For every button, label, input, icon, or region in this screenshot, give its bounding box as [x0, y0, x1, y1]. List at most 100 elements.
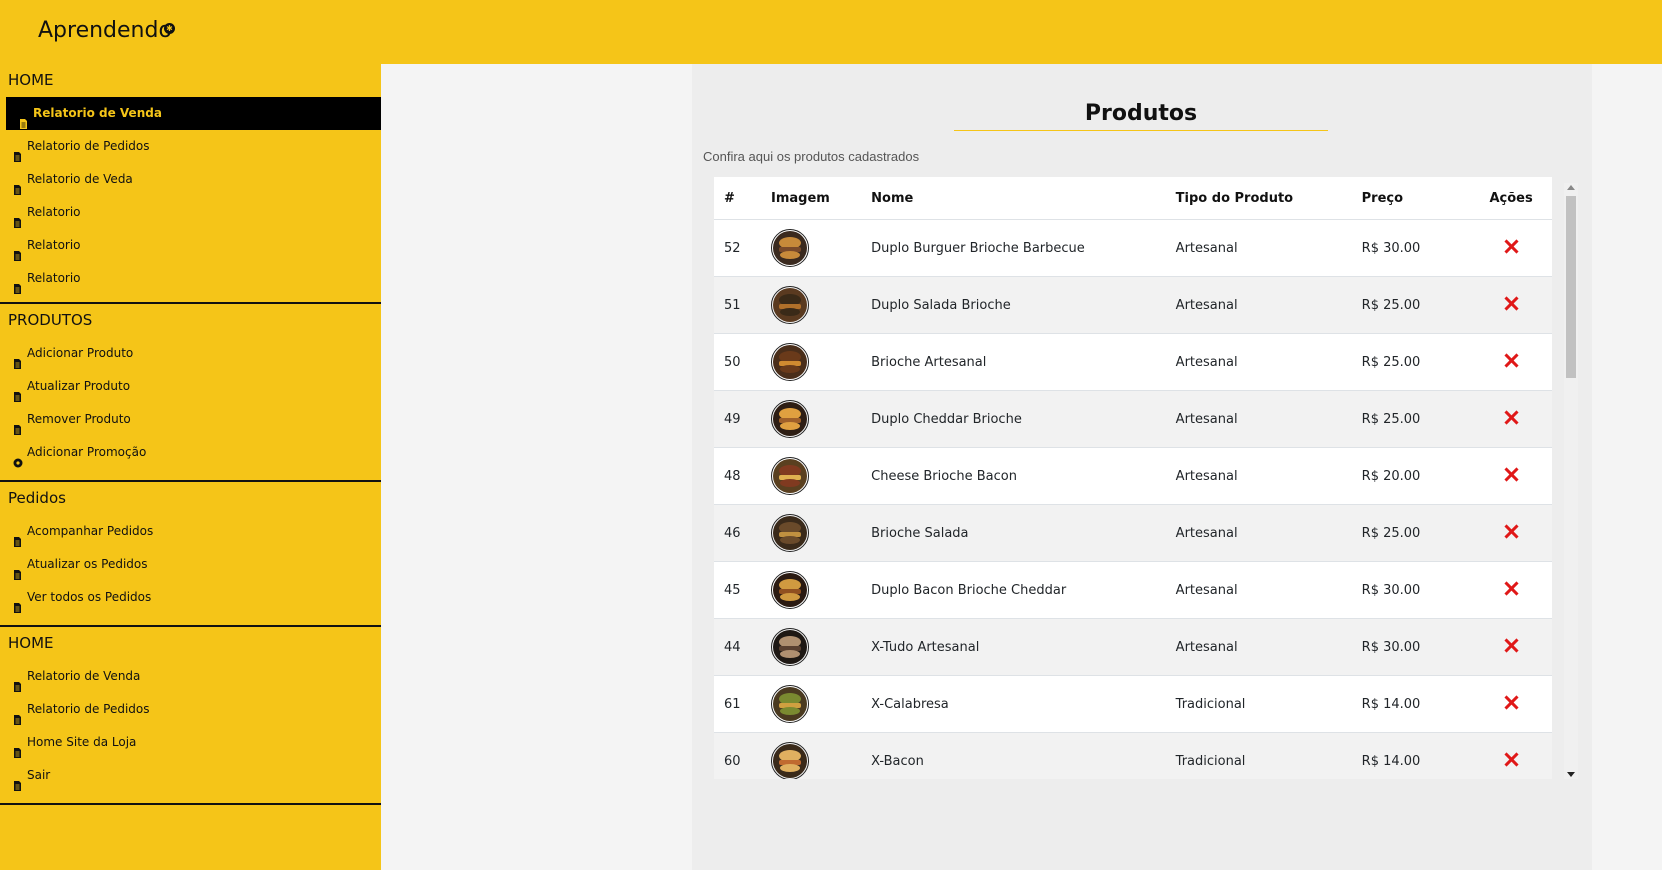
product-price: R$ 25.00: [1351, 333, 1471, 391]
table-row: 45 Duplo Bacon Brioche Cheddar Artesanal R$…: [714, 561, 1552, 619]
product-actions: [1470, 333, 1552, 391]
product-type: Tradicional: [1165, 732, 1352, 779]
sidebar-item[interactable]: Relatorio de Pedidos: [0, 693, 381, 726]
document-icon: [13, 241, 23, 261]
sidebar-item-label: Adicionar Promoção: [27, 445, 147, 459]
scroll-up-arrow-icon[interactable]: [1567, 185, 1575, 190]
scroll-down-arrow-icon[interactable]: [1567, 772, 1575, 777]
sidebar-item-label: Relatorio de Pedidos: [27, 702, 150, 716]
product-image-cell: [761, 732, 862, 779]
gear-icon: ✱: [164, 23, 175, 34]
document-icon: [13, 738, 23, 758]
document-icon: [13, 560, 23, 580]
table-row: 50 Brioche Artesanal Artesanal R$ 25.00: [714, 333, 1552, 391]
table-row: 46 Brioche Salada Artesanal R$ 25.00: [714, 504, 1552, 562]
product-id: 51: [714, 276, 761, 334]
scroll-thumb[interactable]: [1566, 196, 1576, 378]
document-icon: [13, 705, 23, 725]
product-thumbnail: [771, 685, 809, 723]
product-name: Duplo Cheddar Brioche: [861, 390, 1166, 448]
delete-x-icon[interactable]: [1504, 524, 1518, 538]
product-price: R$ 30.00: [1351, 618, 1471, 676]
table-row: 49 Duplo Cheddar Brioche Artesanal R$ 25.00: [714, 390, 1552, 448]
sidebar-item[interactable]: Sair: [0, 759, 381, 792]
brand-title[interactable]: Aprendendo: [38, 18, 172, 43]
delete-x-icon[interactable]: [1504, 410, 1518, 424]
sidebar-item[interactable]: Acompanhar Pedidos: [0, 515, 381, 548]
product-image-cell: [761, 333, 862, 391]
products-table: # Imagem Nome Tipo do Produto Preço Açõe…: [714, 177, 1552, 779]
product-name: Duplo Bacon Brioche Cheddar: [861, 561, 1166, 619]
product-actions: [1470, 276, 1552, 334]
table-scrollbar[interactable]: [1564, 183, 1578, 779]
delete-x-icon[interactable]: [1504, 296, 1518, 310]
product-id: 50: [714, 333, 761, 391]
sidebar-item[interactable]: Adicionar Promoção: [0, 436, 381, 469]
delete-x-icon[interactable]: [1504, 752, 1518, 766]
product-price: R$ 20.00: [1351, 447, 1471, 505]
product-price: R$ 14.00: [1351, 732, 1471, 779]
table-header-row: # Imagem Nome Tipo do Produto Preço Açõe…: [714, 177, 1552, 220]
sidebar-item-label: Acompanhar Pedidos: [27, 524, 154, 538]
sidebar-item-label: Relatorio: [27, 205, 81, 219]
sidebar-item[interactable]: Relatorio de Venda: [0, 660, 381, 693]
product-actions: [1470, 504, 1552, 562]
sidebar-item-label: Ver todos os Pedidos: [27, 590, 152, 604]
delete-x-icon[interactable]: [1504, 239, 1518, 253]
sidebar-item[interactable]: Home Site da Loja: [0, 726, 381, 759]
product-thumbnail: [771, 742, 809, 779]
sidebar-item-label: Remover Produto: [27, 412, 131, 426]
sidebar-section: HOME Relatorio de Venda Relatorio de Pedid…: [0, 64, 381, 304]
sidebar-item[interactable]: Relatorio: [0, 229, 381, 262]
product-name: Cheese Brioche Bacon: [861, 447, 1166, 505]
sidebar-item[interactable]: Relatorio de Veda: [0, 163, 381, 196]
sidebar-item-label: Atualizar Produto: [27, 379, 131, 393]
sidebar-item[interactable]: Atualizar Produto: [0, 370, 381, 403]
product-actions: [1470, 618, 1552, 676]
document-icon: [13, 274, 23, 294]
product-actions: [1470, 675, 1552, 733]
delete-x-icon[interactable]: [1504, 638, 1518, 652]
sidebar-section-header: Pedidos: [8, 489, 66, 507]
sidebar-item[interactable]: Atualizar os Pedidos: [0, 548, 381, 581]
sidebar-section-header: HOME: [8, 71, 54, 89]
product-image-cell: [761, 561, 862, 619]
sidebar-item-label: Relatorio: [27, 271, 81, 285]
product-price: R$ 25.00: [1351, 504, 1471, 562]
document-icon: [13, 142, 23, 162]
delete-x-icon[interactable]: [1504, 353, 1518, 367]
sidebar-item[interactable]: Adicionar Produto: [0, 337, 381, 370]
column-header-id: #: [714, 177, 761, 220]
product-id: 46: [714, 504, 761, 562]
sidebar-item[interactable]: Relatorio de Pedidos: [0, 130, 381, 163]
delete-x-icon[interactable]: [1504, 581, 1518, 595]
product-image-cell: [761, 447, 862, 505]
product-thumbnail: [771, 229, 809, 267]
product-image-cell: [761, 276, 862, 334]
sidebar-item[interactable]: Relatorio de Venda: [6, 97, 381, 130]
product-type: Artesanal: [1165, 276, 1352, 334]
product-image-cell: [761, 675, 862, 733]
document-icon: [13, 415, 23, 435]
product-price: R$ 30.00: [1351, 219, 1471, 277]
right-gutter: [1592, 64, 1662, 870]
sidebar-item[interactable]: Relatorio: [0, 196, 381, 229]
product-id: 49: [714, 390, 761, 448]
product-id: 60: [714, 732, 761, 779]
sidebar-item[interactable]: Remover Produto: [0, 403, 381, 436]
product-actions: [1470, 390, 1552, 448]
product-actions: [1470, 732, 1552, 779]
delete-x-icon[interactable]: [1504, 695, 1518, 709]
document-icon: [19, 109, 29, 129]
table-row: 48 Cheese Brioche Bacon Artesanal R$ 20.00: [714, 447, 1552, 505]
column-header-type: Tipo do Produto: [1165, 177, 1352, 220]
product-thumbnail: [771, 514, 809, 552]
delete-x-icon[interactable]: [1504, 467, 1518, 481]
products-table-container[interactable]: # Imagem Nome Tipo do Produto Preço Açõe…: [714, 177, 1552, 779]
sidebar-item[interactable]: Relatorio: [0, 262, 381, 295]
product-price: R$ 14.00: [1351, 675, 1471, 733]
product-type: Artesanal: [1165, 504, 1352, 562]
sidebar-item[interactable]: Ver todos os Pedidos: [0, 581, 381, 614]
table-row: 44 X-Tudo Artesanal Artesanal R$ 30.00: [714, 618, 1552, 676]
product-price: R$ 30.00: [1351, 561, 1471, 619]
